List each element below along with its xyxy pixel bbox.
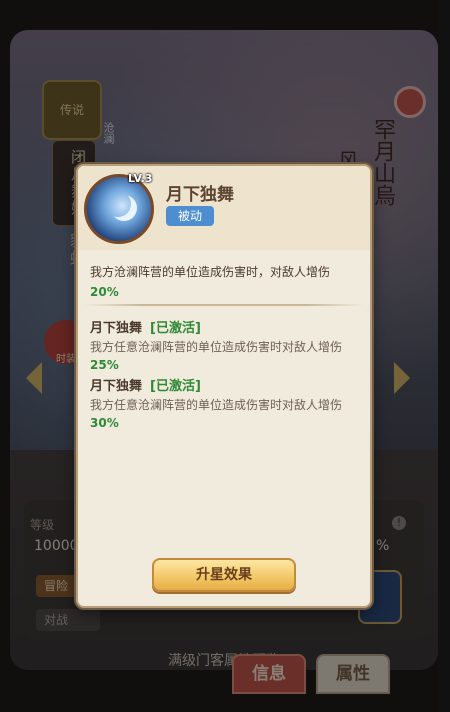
skill-description: 我方沧澜阵营的单位造成伤害时，对敌人增伤 20% — [90, 262, 358, 302]
skill-description-value: 20% — [90, 285, 119, 299]
screen-edge — [438, 0, 450, 712]
star-effect-description: 我方任意沧澜阵营的单位造成伤害时对敌人增伤 25% — [90, 338, 358, 374]
star-effect-header: 月下独舞 [已激活] — [90, 320, 358, 338]
star-effect-item: 月下独舞 [已激活] 我方任意沧澜阵营的单位造成伤害时对敌人增伤 30% — [90, 378, 358, 432]
star-effect-item: 月下独舞 [已激活] 我方任意沧澜阵营的单位造成伤害时对敌人增伤 25% — [90, 320, 358, 374]
moon-icon — [105, 191, 131, 217]
star-effect-header: 月下独舞 [已激活] — [90, 378, 358, 396]
star-effect-text: 我方任意沧澜阵营的单位造成伤害时对敌人增伤 — [90, 398, 343, 412]
star-effect-text: 我方任意沧澜阵营的单位造成伤害时对敌人增伤 — [90, 340, 343, 354]
star-effect-description: 我方任意沧澜阵营的单位造成伤害时对敌人增伤 30% — [90, 396, 358, 432]
upgrade-star-effect-button[interactable]: 升星效果 — [152, 558, 296, 592]
star-effect-status: [已激活] — [150, 379, 201, 394]
star-effect-value: 25% — [90, 358, 119, 372]
star-effect-value: 30% — [90, 416, 119, 430]
star-effect-title: 月下独舞 — [90, 321, 143, 336]
skill-type-badge: 被动 — [166, 206, 214, 226]
skill-name: 月下独舞 — [166, 185, 234, 205]
skill-description-text: 我方沧澜阵营的单位造成伤害时，对敌人增伤 — [90, 265, 331, 279]
skill-detail-popup: LV.3 月下独舞 被动 我方沧澜阵营的单位造成伤害时，对敌人增伤 20% 月下独… — [76, 164, 372, 608]
divider — [84, 304, 364, 306]
star-effect-title: 月下独舞 — [90, 379, 143, 394]
star-effect-status: [已激活] — [150, 321, 201, 336]
level-badge: LV.3 — [128, 172, 153, 185]
